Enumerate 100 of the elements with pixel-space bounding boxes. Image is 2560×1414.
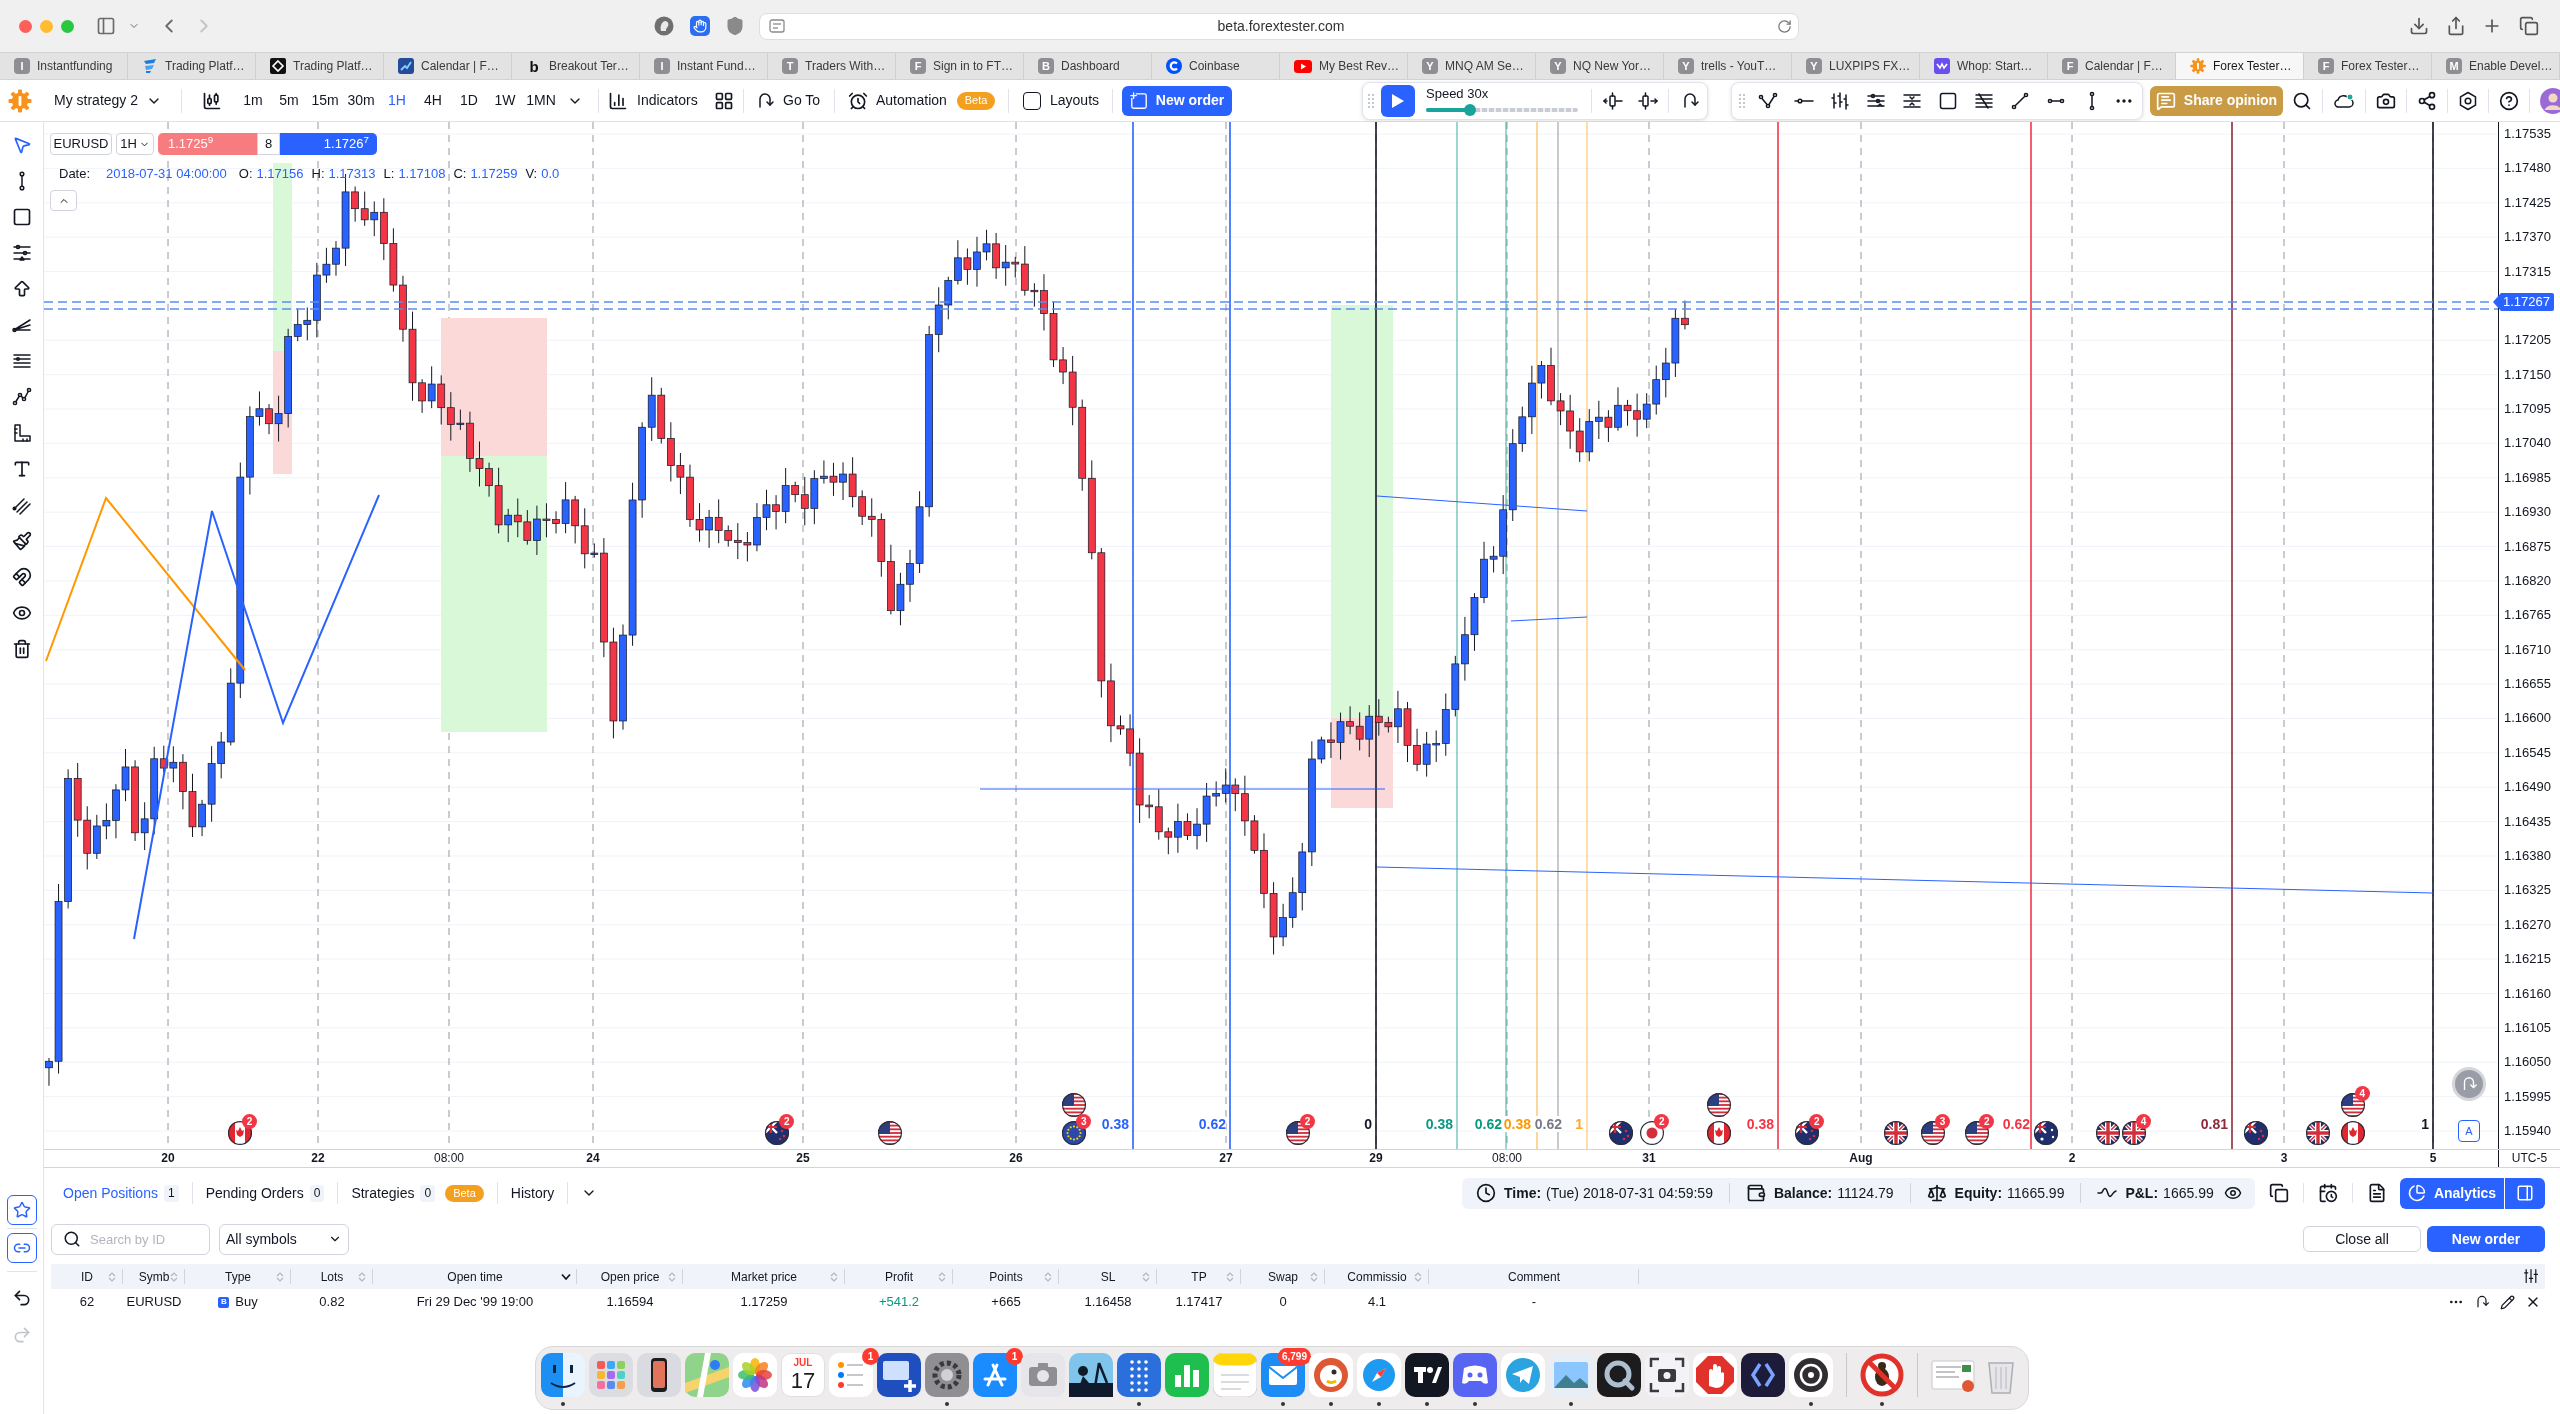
magnet-icon[interactable] xyxy=(11,567,32,587)
cursor-tool-icon[interactable] xyxy=(11,135,32,155)
angle-brackets-icon[interactable] xyxy=(1741,1353,1785,1397)
new-order-button[interactable]: New order xyxy=(1122,85,1232,116)
analytics-button[interactable]: Analytics xyxy=(2400,1177,2504,1209)
dotted-columns-icon[interactable] xyxy=(1117,1353,1161,1397)
timeframe-button[interactable]: 15m xyxy=(307,86,343,115)
strategy-dropdown[interactable]: My strategy 2 xyxy=(50,90,170,111)
shield-icon[interactable] xyxy=(725,16,745,36)
step-forward-icon[interactable] xyxy=(1638,90,1658,111)
timeframe-button[interactable]: 1m xyxy=(235,86,271,115)
calendar-icon[interactable]: JUL 17 xyxy=(781,1353,825,1397)
screenshot-frame-icon[interactable] xyxy=(1645,1353,1689,1397)
timeframe-button[interactable]: 1MN xyxy=(523,86,559,115)
round-face-icon[interactable] xyxy=(1309,1353,1353,1397)
brush-icon[interactable] xyxy=(11,531,32,551)
ruler-icon[interactable] xyxy=(11,423,32,443)
envelope-icon[interactable] xyxy=(1261,1353,1305,1397)
search-field[interactable]: Search by ID xyxy=(51,1223,210,1255)
go-to-button[interactable]: Go To xyxy=(755,90,825,111)
timeframe-button[interactable]: 4H xyxy=(415,86,451,115)
favorites-button[interactable] xyxy=(6,1195,37,1225)
pattern-tool-icon[interactable] xyxy=(11,387,32,407)
timeframe-button[interactable]: 1W xyxy=(487,86,523,115)
timeframe-button[interactable]: 1H xyxy=(379,86,415,115)
automation-button[interactable]: Automation xyxy=(848,90,952,111)
document-icon[interactable] xyxy=(2367,1183,2387,1203)
rectangle-tool-icon[interactable] xyxy=(1938,90,1958,111)
phone-icon[interactable] xyxy=(637,1353,681,1397)
gear-icon[interactable] xyxy=(925,1353,969,1397)
panel-tab[interactable]: Pending Orders 0 xyxy=(205,1182,325,1204)
magnifier-icon[interactable] xyxy=(1597,1353,1641,1397)
browser-tab[interactable]: Forex Tester… xyxy=(2176,53,2304,79)
grid-icon[interactable] xyxy=(714,90,734,111)
close-window-button[interactable] xyxy=(19,19,32,33)
hatched-lines-icon[interactable] xyxy=(1974,90,1994,111)
polyline-tool-icon[interactable] xyxy=(1758,90,1778,111)
address-bar[interactable]: beta.forextester.com xyxy=(759,12,1799,40)
undo-icon[interactable] xyxy=(11,1288,32,1308)
channel-tool-icon[interactable] xyxy=(11,495,32,515)
landscape-photo-icon[interactable] xyxy=(1549,1353,1593,1397)
panel-toggle-button[interactable] xyxy=(2505,1177,2545,1209)
panel-tab[interactable]: Open Positions 1 xyxy=(63,1182,179,1204)
hand-icon[interactable] xyxy=(1693,1353,1737,1397)
fib-levels-icon[interactable] xyxy=(11,243,32,263)
map-icon[interactable] xyxy=(685,1353,729,1397)
column-settings-icon[interactable] xyxy=(2523,1268,2539,1284)
bars-tool-icon[interactable] xyxy=(1830,90,1850,111)
download-icon[interactable] xyxy=(2409,16,2429,36)
symbol-filter[interactable]: All symbols xyxy=(219,1223,349,1255)
reverse-position-icon[interactable] xyxy=(2474,1294,2490,1310)
symbol-button[interactable]: EURUSD xyxy=(50,133,112,155)
replay-button[interactable] xyxy=(2452,1067,2486,1101)
eye-icon[interactable] xyxy=(11,603,32,623)
speed-slider[interactable] xyxy=(1426,103,1578,116)
smiling-face-icon[interactable] xyxy=(541,1353,585,1397)
reading-figure-icon[interactable] xyxy=(1069,1353,1113,1397)
chart-type-icon[interactable] xyxy=(202,90,222,111)
timeframe-button[interactable]: 30m xyxy=(343,86,379,115)
timeframe-dropdown[interactable]: 1H xyxy=(116,133,154,155)
rectangle-tool-icon[interactable] xyxy=(11,207,32,227)
stylized-a-icon[interactable] xyxy=(973,1353,1017,1397)
checklist-icon[interactable] xyxy=(829,1353,873,1397)
flower-icon[interactable] xyxy=(733,1353,777,1397)
play-button[interactable] xyxy=(1381,84,1415,117)
game-controller-icon[interactable] xyxy=(1453,1353,1497,1397)
avatar-icon[interactable] xyxy=(2540,87,2560,114)
share-icon[interactable] xyxy=(2417,90,2437,111)
hand-icon[interactable] xyxy=(690,16,710,36)
layouts-toggle[interactable]: Layouts xyxy=(1023,90,1103,111)
panel-tab[interactable]: History xyxy=(510,1182,555,1204)
screen-plus-icon[interactable] xyxy=(877,1353,921,1397)
sync-drawings-button[interactable] xyxy=(6,1233,37,1263)
reload-icon[interactable] xyxy=(1777,18,1792,34)
profile-circle-icon[interactable] xyxy=(654,16,674,36)
trend-line-icon[interactable] xyxy=(2010,90,2030,111)
trash-icon[interactable] xyxy=(11,639,32,659)
share-icon[interactable] xyxy=(2446,16,2466,36)
tab-overview-icon[interactable] xyxy=(2519,16,2539,36)
indicators-button[interactable]: Indicators xyxy=(608,90,704,111)
timeframe-button[interactable]: 1D xyxy=(451,86,487,115)
record-icon[interactable] xyxy=(1789,1353,1833,1397)
calendar-icon[interactable] xyxy=(2318,1183,2338,1203)
copy-icon[interactable] xyxy=(2269,1183,2289,1203)
new-order-button[interactable]: New order xyxy=(2427,1226,2545,1252)
close-all-button[interactable]: Close all xyxy=(2303,1226,2421,1252)
sidebar-icon[interactable] xyxy=(96,16,116,36)
prohibited-bug-icon[interactable] xyxy=(1860,1353,1904,1397)
timeframe-button[interactable]: 5m xyxy=(271,86,307,115)
eye-icon[interactable] xyxy=(2223,1184,2242,1202)
search-icon[interactable] xyxy=(2292,90,2312,111)
settings-icon[interactable] xyxy=(2458,90,2478,111)
logo-tile-icon[interactable] xyxy=(1405,1353,1449,1397)
parallel-lines-icon[interactable] xyxy=(11,351,32,371)
edit-icon[interactable] xyxy=(2500,1294,2515,1310)
auto-scale-button[interactable]: A xyxy=(2458,1120,2480,1142)
arrow-tool-icon[interactable] xyxy=(11,279,32,299)
panel-tab[interactable]: Strategies 0 Beta xyxy=(351,1182,484,1204)
buy-button[interactable]: 1.1726$^{7}$ xyxy=(280,133,377,155)
paper-plane-icon[interactable] xyxy=(1501,1353,1545,1397)
